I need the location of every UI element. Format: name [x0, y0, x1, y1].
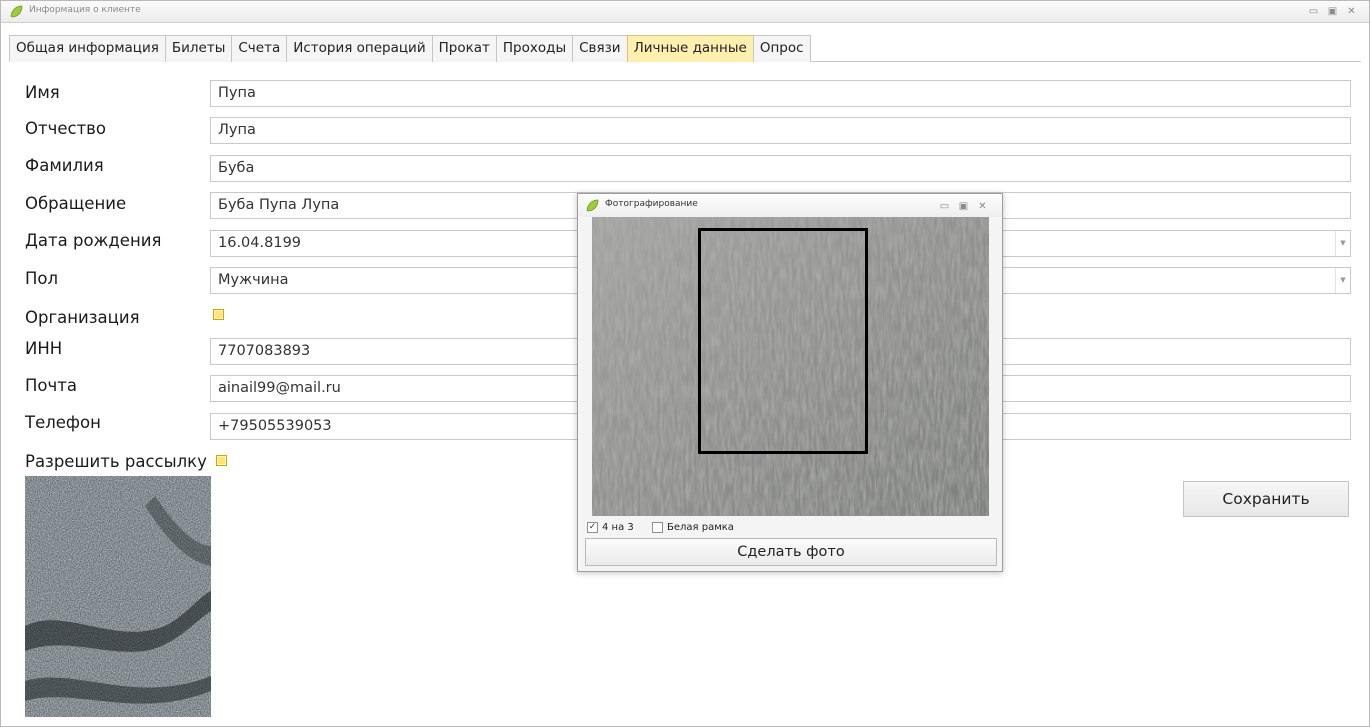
maximize-icon[interactable]: ▣ [1323, 4, 1342, 19]
allow-mailing-label: Разрешить рассылку [25, 452, 207, 471]
option-4x3[interactable]: ✓ 4 на 3 [587, 522, 634, 533]
tab-personal-data[interactable]: Личные данные [626, 35, 754, 62]
take-photo-button[interactable]: Сделать фото [585, 538, 997, 566]
birth-date-value: 16.04.8199 [218, 235, 302, 251]
birth-date-label: Дата рождения [25, 231, 162, 250]
leaf-app-icon [586, 199, 599, 212]
allow-mailing-checkbox[interactable] [216, 455, 227, 466]
tab-relations[interactable]: Связи [572, 35, 628, 62]
crop-frame[interactable] [698, 228, 868, 454]
tab-passes[interactable]: Проходы [495, 35, 574, 62]
salutation-label: Обращение [25, 194, 127, 213]
first-name-label: Имя [25, 83, 60, 102]
organization-label: Организация [25, 308, 140, 327]
organization-checkbox[interactable] [213, 309, 224, 320]
leaf-app-icon [10, 5, 23, 18]
chevron-down-icon[interactable]: ▼ [1335, 268, 1350, 293]
tab-rental[interactable]: Прокат [431, 35, 497, 62]
option-white-frame-label: Белая рамка [667, 522, 734, 533]
tab-history[interactable]: История операций [286, 35, 433, 62]
patronymic-field[interactable]: Лупа [210, 117, 1351, 144]
window-title: Информация о клиенте [29, 5, 141, 15]
save-button[interactable]: Сохранить [1183, 481, 1349, 517]
option-white-frame[interactable]: Белая рамка [652, 522, 734, 533]
tab-strip: Общая информация Билеты Счета История оп… [9, 35, 1361, 62]
option-4x3-label: 4 на 3 [602, 522, 634, 533]
inn-label: ИНН [25, 339, 63, 358]
tab-tickets[interactable]: Билеты [164, 35, 233, 62]
first-name-field[interactable]: Пупа [210, 80, 1351, 107]
checkbox-checked-icon[interactable]: ✓ [587, 522, 598, 533]
gender-label: Пол [25, 269, 59, 288]
last-name-label: Фамилия [25, 156, 104, 175]
maximize-icon[interactable]: ▣ [954, 199, 973, 214]
gender-value: Мужчина [218, 272, 289, 288]
close-icon[interactable]: ✕ [973, 199, 992, 214]
tab-general[interactable]: Общая информация [9, 35, 166, 62]
close-icon[interactable]: ✕ [1342, 4, 1361, 19]
minimize-icon[interactable]: ▭ [935, 199, 954, 214]
email-label: Почта [25, 376, 77, 395]
tab-invoices[interactable]: Счета [231, 35, 288, 62]
client-photo [25, 476, 211, 717]
patronymic-label: Отчество [25, 119, 107, 138]
checkbox-empty-icon[interactable] [652, 522, 663, 533]
dialog-titlebar[interactable]: Фотографирование ▭ ▣ ✕ [578, 194, 1002, 217]
tab-survey[interactable]: Опрос [752, 35, 811, 62]
dialog-title: Фотографирование [605, 199, 698, 209]
camera-preview [592, 217, 989, 516]
photo-dialog: Фотографирование ▭ ▣ ✕ ✓ 4 на 3 Белая ра… [577, 193, 1003, 572]
phone-label: Телефон [25, 413, 101, 432]
minimize-icon[interactable]: ▭ [1304, 4, 1323, 19]
window-titlebar[interactable]: Информация о клиенте ▭ ▣ ✕ [1, 1, 1369, 23]
last-name-field[interactable]: Буба [210, 155, 1351, 182]
chevron-down-icon[interactable]: ▼ [1335, 231, 1350, 256]
